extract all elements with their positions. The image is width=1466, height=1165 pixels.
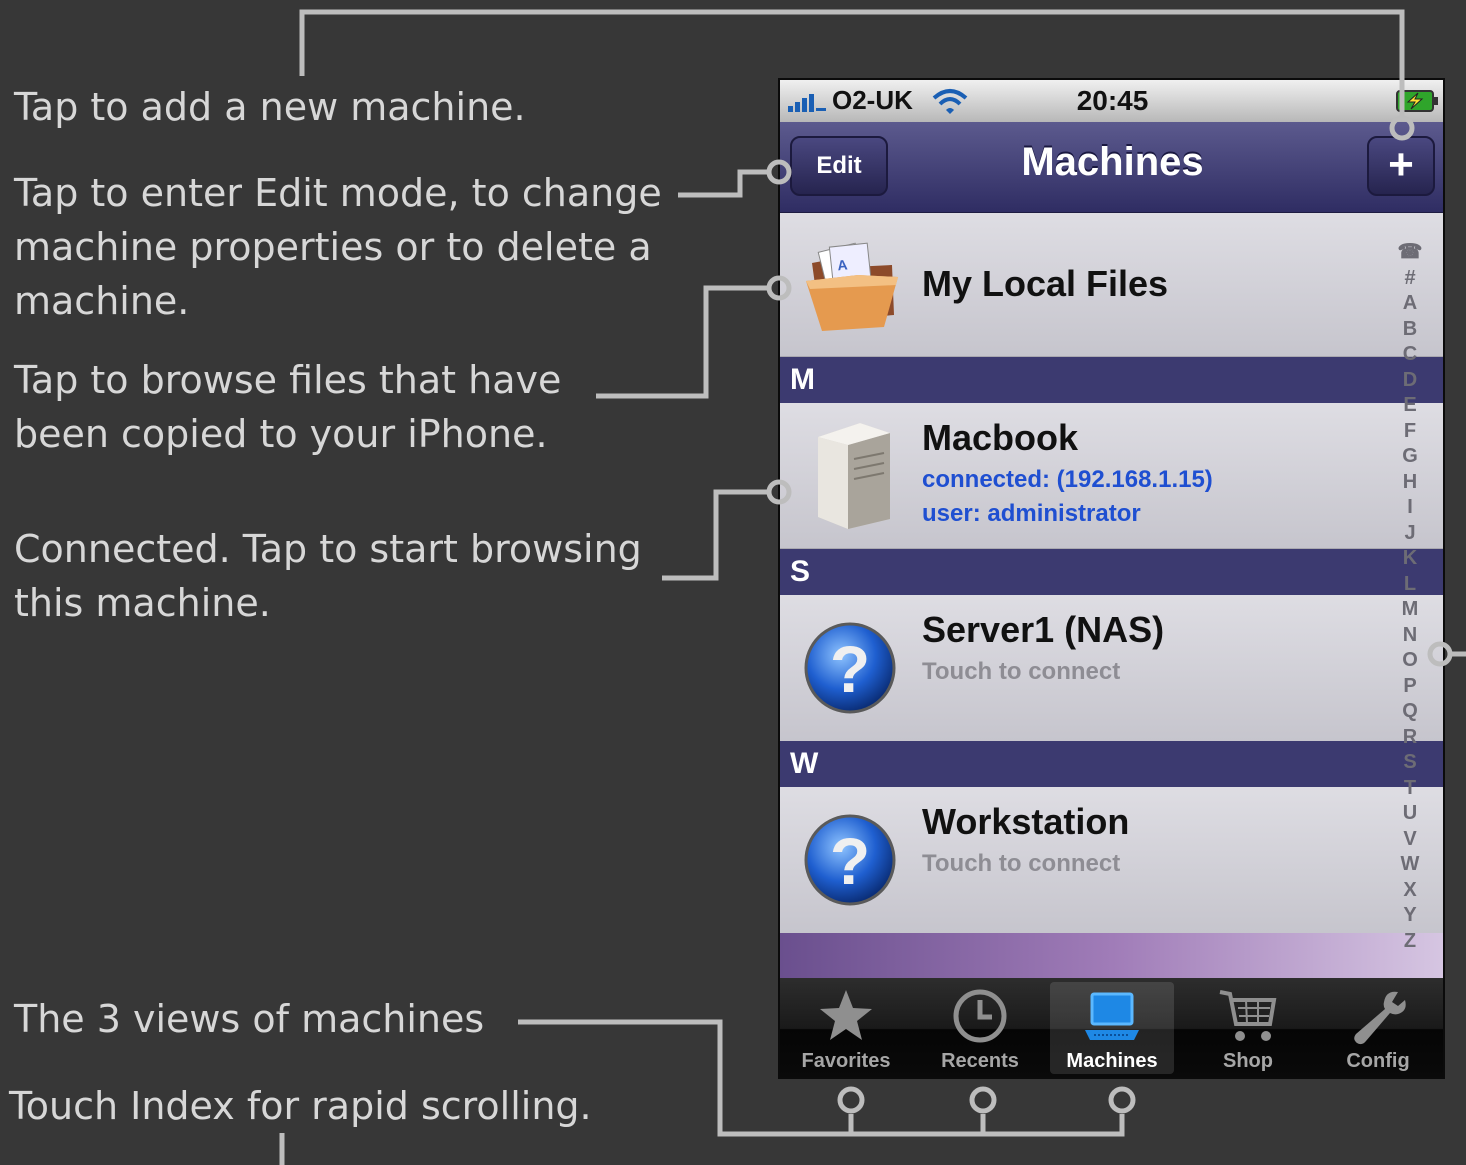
callout-dot-recents: [969, 1086, 997, 1114]
callout-connected: [662, 489, 768, 581]
callout-edit: [678, 169, 768, 198]
callout-dot-local-files: [766, 275, 792, 301]
callout-views: [518, 1019, 1125, 1137]
callout-dot-favorites: [837, 1086, 865, 1114]
callout-lines: [279, 9, 1466, 1165]
callout-local-files: [596, 285, 768, 399]
callout-dot-connected: [766, 479, 792, 505]
callout-add-machine: [299, 9, 1405, 118]
callout-dot-add: [1389, 115, 1415, 141]
callout-dot-index: [1427, 641, 1453, 667]
callout-dot-edit: [766, 159, 792, 185]
callout-dot-machines: [1108, 1086, 1136, 1114]
